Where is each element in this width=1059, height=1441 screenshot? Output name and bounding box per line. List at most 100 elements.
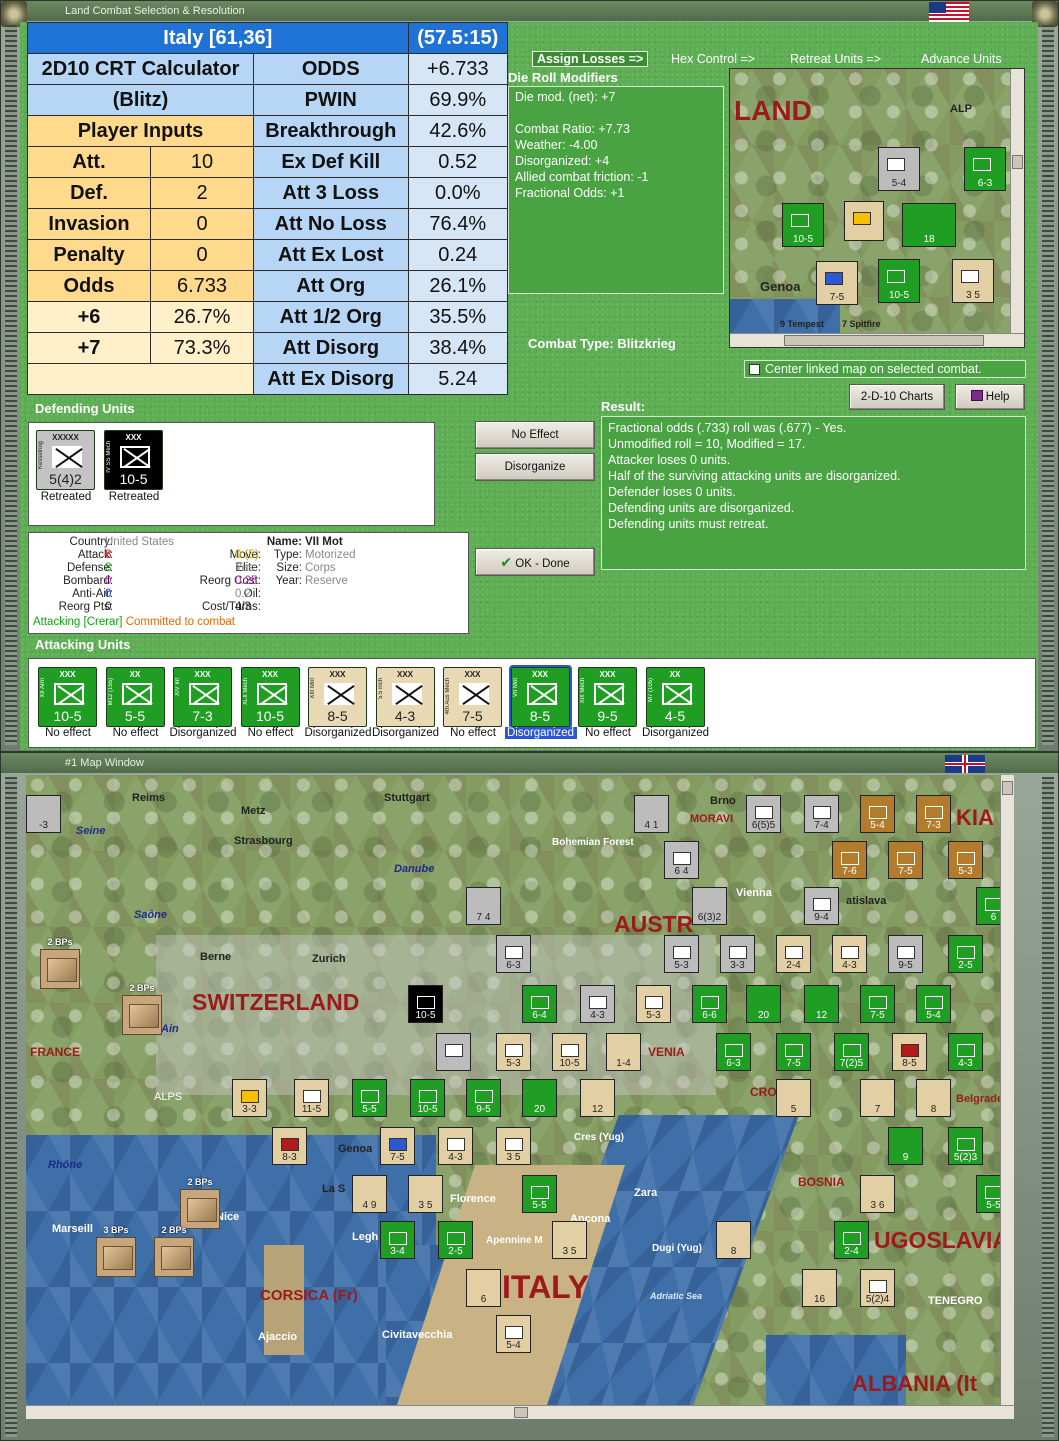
map-unit-counter[interactable]: 7-5 bbox=[860, 985, 895, 1023]
map-unit-counter[interactable]: 8 bbox=[916, 1079, 951, 1117]
attacking-unit-counter[interactable]: XXX XIII Mot 8-5 bbox=[308, 667, 367, 727]
map-unit-counter[interactable]: 3 5 bbox=[408, 1175, 443, 1213]
map-unit-counter[interactable]: 6 bbox=[466, 1269, 501, 1307]
attacking-unit-counter[interactable]: XXX 5.5 inch 4-3 bbox=[375, 667, 435, 727]
map-unit-counter[interactable]: 3-3 bbox=[232, 1079, 267, 1117]
mini-map-unit[interactable]: 3 5 bbox=[952, 259, 994, 303]
attacking-unit-counter[interactable]: XX M7 (105) 4-5 bbox=[645, 667, 705, 727]
map-unit-counter[interactable]: 9-5 bbox=[466, 1079, 501, 1117]
center-linked-checkbox[interactable] bbox=[749, 364, 760, 375]
defending-unit-counter[interactable]: XXXXX Kesselring 5(4)2 bbox=[36, 430, 95, 490]
map-unit-counter[interactable]: 7-3 bbox=[916, 795, 951, 833]
map-hscroll[interactable] bbox=[26, 1405, 1014, 1419]
map-unit-counter[interactable]: 2-5 bbox=[438, 1221, 473, 1259]
mini-map-unit[interactable] bbox=[844, 201, 884, 241]
mini-map-hscroll[interactable] bbox=[730, 333, 1024, 347]
map-unit-counter[interactable]: 1-4 bbox=[606, 1033, 641, 1071]
map-unit-counter[interactable]: 6 4 bbox=[664, 841, 699, 879]
map-unit-counter[interactable]: 10-5 bbox=[408, 985, 443, 1023]
defending-unit-counter[interactable]: XXX IV SS Mech 10-5 bbox=[104, 430, 163, 490]
map-unit-counter[interactable] bbox=[436, 1033, 471, 1071]
map-unit-counter[interactable]: 6-4 bbox=[522, 985, 557, 1023]
map-unit-counter[interactable]: 7-5 bbox=[380, 1127, 415, 1165]
attacking-unit-counter[interactable]: XXX XIV Inf 7-3 bbox=[173, 667, 232, 727]
crt-input-value[interactable]: 0 bbox=[150, 239, 254, 271]
help-button[interactable]: Help bbox=[955, 384, 1025, 410]
mini-map-unit[interactable]: 18 bbox=[902, 203, 956, 247]
map-unit-counter[interactable]: 7 bbox=[860, 1079, 895, 1117]
map-unit-counter[interactable]: 5-4 bbox=[496, 1315, 531, 1353]
map-unit-counter[interactable]: 10-5 bbox=[410, 1079, 445, 1117]
attacking-unit-counter[interactable]: XX M12 (155) 5-5 bbox=[105, 667, 165, 727]
map-unit-counter[interactable]: 6-3 bbox=[496, 935, 531, 973]
map-unit-counter[interactable]: 7(2)5 bbox=[834, 1033, 869, 1071]
map-unit-counter[interactable]: 6(5)5 bbox=[746, 795, 781, 833]
map-unit-counter[interactable]: 3 5 bbox=[496, 1127, 531, 1165]
map-unit-counter[interactable]: 2-4 bbox=[834, 1221, 869, 1259]
map-unit-counter[interactable]: 7-5 bbox=[888, 841, 923, 879]
mini-map-unit[interactable]: 10-5 bbox=[782, 203, 824, 247]
map-unit-counter[interactable]: 5-3 bbox=[948, 841, 983, 879]
map-window-titlebar[interactable]: #1 Map Window bbox=[1, 753, 1058, 773]
mini-map-unit[interactable]: 5-4 bbox=[878, 147, 920, 191]
map-unit-counter[interactable]: 10-5 bbox=[552, 1033, 587, 1071]
map-unit-counter[interactable]: 5-3 bbox=[664, 935, 699, 973]
map-unit-counter[interactable]: 5-5 bbox=[352, 1079, 387, 1117]
bp-stack-icon[interactable]: 3 BPs bbox=[96, 1225, 136, 1277]
map-unit-counter[interactable]: 5-5 bbox=[522, 1175, 557, 1213]
center-linked-row[interactable]: Center linked map on selected combat. bbox=[744, 360, 1026, 378]
map-unit-counter[interactable]: 8-5 bbox=[892, 1033, 927, 1071]
bp-stack-icon[interactable]: 2 BPs bbox=[122, 983, 162, 1035]
combat-window-titlebar[interactable]: Land Combat Selection & Resolution bbox=[1, 1, 1058, 21]
map-unit-counter[interactable]: 12 bbox=[804, 985, 839, 1023]
map-unit-counter[interactable]: 7-6 bbox=[832, 841, 867, 879]
map-unit-counter[interactable]: 9-5 bbox=[888, 935, 923, 973]
map-unit-counter[interactable]: 5-4 bbox=[860, 795, 895, 833]
map-unit-counter[interactable]: 4 1 bbox=[634, 795, 669, 833]
map-unit-counter[interactable]: 4-3 bbox=[438, 1127, 473, 1165]
tab-advance-units[interactable]: Advance Units bbox=[921, 52, 1002, 66]
map-unit-counter[interactable]: 3 6 bbox=[860, 1175, 895, 1213]
map-unit-counter[interactable]: 8 bbox=[716, 1221, 751, 1259]
attacking-unit-counter[interactable]: XXX VII Mot 8-5 bbox=[508, 665, 572, 729]
map-unit-counter[interactable]: 3-3 bbox=[720, 935, 755, 973]
map-unit-counter[interactable]: 5 bbox=[776, 1079, 811, 1117]
crt-input-value[interactable]: 10 bbox=[150, 146, 254, 178]
map-unit-counter[interactable]: 12 bbox=[580, 1079, 615, 1117]
map-unit-counter[interactable]: 11-5 bbox=[294, 1079, 329, 1117]
mini-map-unit[interactable]: 6-3 bbox=[964, 147, 1006, 191]
bp-stack-icon[interactable]: 2 BPs bbox=[154, 1225, 194, 1277]
map-unit-counter[interactable]: 5-3 bbox=[636, 985, 671, 1023]
map-unit-counter[interactable]: 4 9 bbox=[352, 1175, 387, 1213]
tab-retreat-units[interactable]: Retreat Units => bbox=[790, 52, 881, 66]
attacking-unit-counter[interactable]: XXX XIII Mech 9-5 bbox=[578, 667, 637, 727]
attacking-unit-counter[interactable]: XXX XLII Mech 10-5 bbox=[240, 667, 300, 727]
map-unit-counter[interactable]: 3-4 bbox=[380, 1221, 415, 1259]
tab-hex-control[interactable]: Hex Control => bbox=[671, 52, 755, 66]
map-unit-counter[interactable]: 7-5 bbox=[776, 1033, 811, 1071]
map-unit-counter[interactable]: 20 bbox=[522, 1079, 557, 1117]
map-unit-counter[interactable]: 4-3 bbox=[832, 935, 867, 973]
map-unit-counter[interactable]: 6(3)2 bbox=[692, 887, 727, 925]
map-unit-counter[interactable]: 2-5 bbox=[948, 935, 983, 973]
map-unit-counter[interactable]: 9 bbox=[888, 1127, 923, 1165]
map-unit-counter[interactable]: 5-4 bbox=[916, 985, 951, 1023]
map-unit-counter[interactable]: 5(2)3 bbox=[948, 1127, 983, 1165]
map-unit-counter[interactable]: 8-3 bbox=[272, 1127, 307, 1165]
attacking-unit-counter[interactable]: XXX 4th Aus Mech 7-5 bbox=[443, 667, 502, 727]
map-unit-counter[interactable]: 5-3 bbox=[496, 1033, 531, 1071]
map-unit-counter[interactable]: 7-4 bbox=[804, 795, 839, 833]
crt-charts-button[interactable]: 2-D-10 Charts bbox=[849, 384, 945, 410]
bp-stack-icon[interactable]: 2 BPs bbox=[180, 1177, 220, 1229]
map-unit-counter[interactable]: 6-6 bbox=[692, 985, 727, 1023]
mini-map-unit[interactable]: 10-5 bbox=[878, 259, 920, 303]
main-map[interactable]: SWITZERLAND AUSTR ITALY UGOSLAVIA ALBANI… bbox=[26, 775, 1014, 1405]
mini-map-unit[interactable]: 7-5 bbox=[816, 261, 858, 305]
crt-input-value[interactable]: 2 bbox=[150, 177, 254, 209]
bp-stack-icon[interactable]: 2 BPs bbox=[40, 937, 80, 989]
map-unit-counter[interactable]: 7 4 bbox=[466, 887, 501, 925]
map-unit-counter[interactable]: 16 bbox=[802, 1269, 837, 1307]
map-vscroll[interactable] bbox=[1000, 775, 1014, 1405]
map-unit-counter[interactable]: 20 bbox=[746, 985, 781, 1023]
attacking-unit-counter[interactable]: XXX XII Arm 10-5 bbox=[38, 667, 97, 727]
